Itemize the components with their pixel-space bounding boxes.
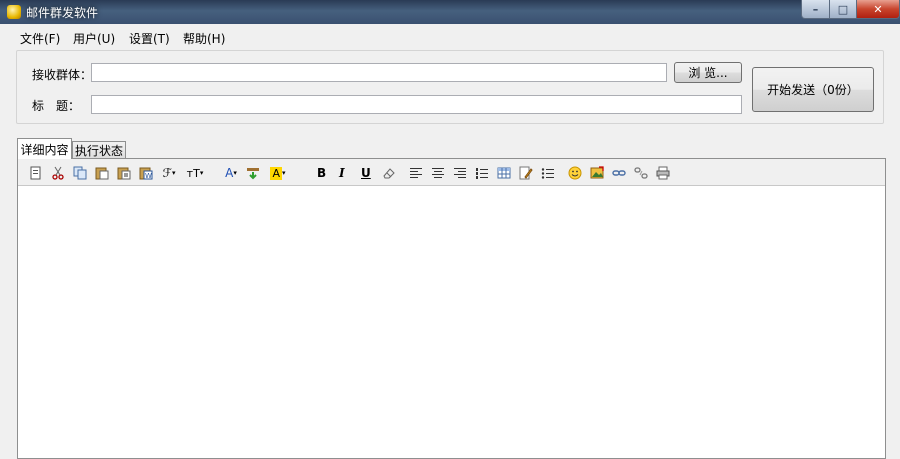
emoticon-icon[interactable] [568, 165, 582, 181]
tab-status[interactable]: 执行状态 [72, 141, 126, 159]
font-color-glyph: A [225, 166, 234, 180]
ordered-list-icon[interactable] [475, 165, 489, 181]
menu-bar: 文件(F) 用户(U) 设置(T) 帮助(H) [0, 24, 900, 48]
start-send-button[interactable]: 开始发送（0份） [752, 67, 874, 112]
window-title: 邮件群发软件 [26, 6, 99, 20]
minimize-icon: – [812, 2, 819, 16]
font-color-icon[interactable]: A ▾ [222, 165, 240, 181]
font-family-glyph: ℱ [162, 166, 172, 180]
new-document-icon[interactable] [28, 165, 42, 181]
link-icon[interactable] [612, 165, 626, 181]
align-left-icon[interactable] [409, 165, 423, 181]
align-right-icon[interactable] [453, 165, 467, 181]
font-size-icon[interactable]: тT ▾ [183, 165, 207, 181]
highlight-icon[interactable]: A ▾ [268, 165, 288, 181]
maximize-icon: □ [837, 2, 849, 16]
table-icon[interactable] [497, 165, 511, 181]
svg-text:W: W [145, 172, 152, 180]
close-button[interactable]: ✕ [856, 0, 900, 19]
eraser-icon[interactable] [382, 165, 396, 181]
menu-user[interactable]: 用户(U) [73, 30, 115, 47]
tab-details[interactable]: 详细内容 [17, 138, 72, 159]
close-icon: ✕ [873, 2, 883, 16]
menu-settings[interactable]: 设置(T) [129, 30, 170, 47]
underline-icon[interactable]: U [361, 165, 371, 181]
editor-content-area[interactable] [18, 186, 885, 458]
paste-icon[interactable] [95, 165, 109, 181]
edit-icon[interactable] [519, 165, 533, 181]
recipients-label: 接收群体： [32, 68, 93, 82]
browse-button[interactable]: 浏 览... [674, 62, 742, 83]
chevron-down-icon: ▾ [282, 169, 286, 177]
italic-icon[interactable]: I [339, 165, 345, 181]
font-size-glyph: тT [186, 166, 200, 180]
title-bar[interactable]: 邮件群发软件 – □ ✕ [0, 0, 900, 24]
chevron-down-icon: ▾ [171, 169, 176, 177]
recipients-input[interactable] [91, 63, 667, 82]
subject-input[interactable] [91, 95, 742, 114]
paste-word-icon[interactable]: W [139, 165, 153, 181]
maximize-button[interactable]: □ [829, 0, 857, 19]
app-icon [7, 5, 21, 19]
menu-help[interactable]: 帮助(H) [183, 30, 225, 47]
align-center-icon[interactable] [431, 165, 445, 181]
unlink-icon[interactable] [634, 165, 648, 181]
paste-text-icon[interactable] [117, 165, 131, 181]
chevron-down-icon: ▾ [233, 169, 237, 177]
chevron-down-icon: ▾ [199, 169, 204, 177]
print-icon[interactable] [656, 165, 670, 181]
cut-icon[interactable] [51, 165, 65, 181]
editor-toolbar: W ℱ ▾ тT ▾ A ▾ A ▾ B I U [18, 159, 885, 186]
insert-icon[interactable] [246, 165, 260, 181]
editor: W ℱ ▾ тT ▾ A ▾ A ▾ B I U [17, 158, 886, 459]
highlight-glyph: A [270, 166, 282, 180]
bold-icon[interactable]: B [317, 165, 326, 181]
image-icon[interactable] [590, 165, 604, 181]
subject-label: 标 题： [32, 99, 81, 113]
menu-file[interactable]: 文件(F) [20, 30, 60, 47]
unordered-list-icon[interactable] [541, 165, 555, 181]
minimize-button[interactable]: – [801, 0, 830, 19]
font-family-icon[interactable]: ℱ ▾ [160, 165, 178, 181]
copy-icon[interactable] [73, 165, 87, 181]
